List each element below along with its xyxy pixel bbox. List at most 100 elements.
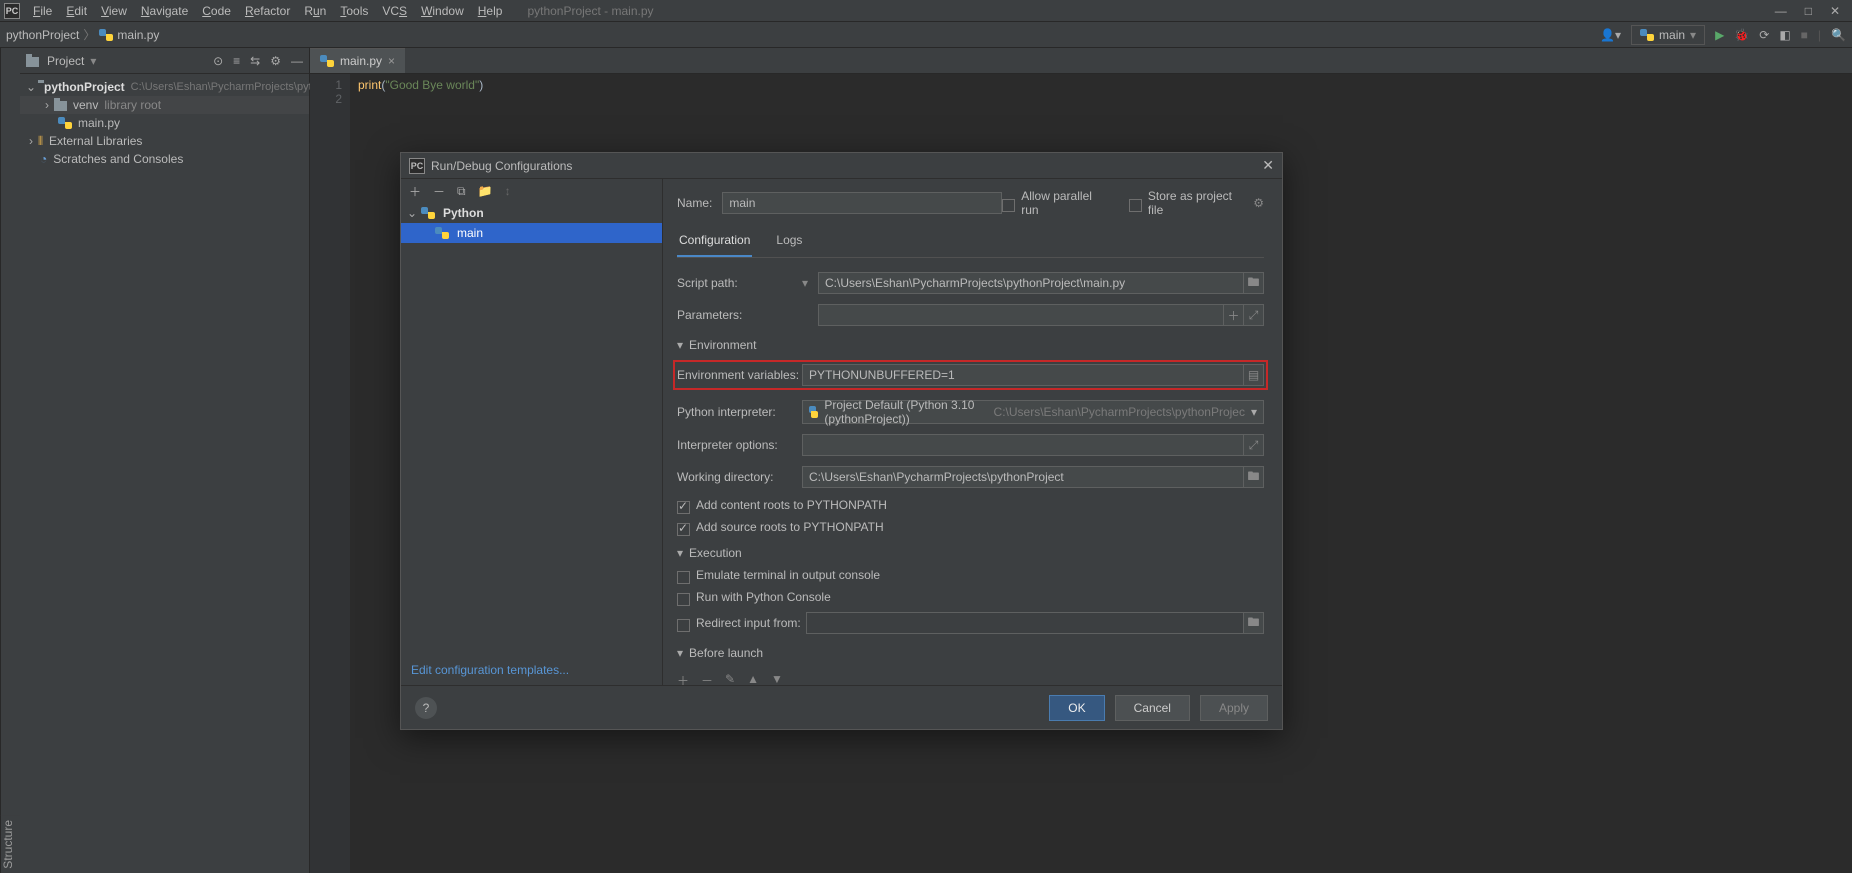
expand-all-icon[interactable]: ≡ — [233, 54, 240, 68]
section-before-launch: Before launch — [689, 646, 763, 660]
breadcrumb-project[interactable]: pythonProject — [6, 28, 79, 42]
help-icon[interactable]: ? — [415, 697, 437, 719]
add-task-icon[interactable]: ＋ — [677, 672, 689, 685]
gear-icon[interactable]: ⚙ — [1253, 196, 1264, 210]
chevron-down-icon: ⌄ — [26, 80, 36, 94]
browse-icon[interactable]: 🖿 — [1244, 466, 1264, 488]
name-label: Name: — [677, 196, 722, 210]
window-close-icon[interactable]: ✕ — [1830, 4, 1840, 18]
section-environment: Environment — [689, 338, 756, 352]
coverage-icon[interactable]: ⟳ — [1759, 28, 1769, 42]
structure-tool-tab[interactable]: Structure — [0, 816, 20, 873]
settings-icon[interactable]: ⚙ — [270, 54, 281, 68]
project-name: pythonProject — [44, 80, 125, 94]
dialog-close-icon[interactable]: ✕ — [1262, 157, 1274, 174]
source-roots-checkbox[interactable] — [677, 523, 690, 536]
move-config-icon[interactable]: ↕ — [505, 184, 511, 198]
run-console-checkbox[interactable] — [677, 593, 690, 606]
up-task-icon[interactable]: ▲ — [747, 672, 759, 685]
remove-task-icon[interactable]: － — [701, 672, 713, 685]
parameters-label: Parameters: — [677, 308, 802, 322]
debug-icon[interactable]: 🐞 — [1734, 28, 1749, 42]
config-tree: ⌄ Python main — [401, 203, 662, 655]
config-group-python[interactable]: ⌄ Python — [401, 203, 662, 223]
redirect-input-checkbox[interactable] — [677, 619, 690, 632]
select-opened-icon[interactable]: ⊙ — [213, 54, 223, 68]
run-icon[interactable]: ▶ — [1715, 28, 1724, 42]
stop-icon[interactable]: ■ — [1801, 28, 1808, 42]
menu-window[interactable]: Window — [414, 4, 471, 18]
apply-button[interactable]: Apply — [1200, 695, 1268, 721]
script-path-input[interactable] — [818, 272, 1244, 294]
enlarge-icon[interactable]: ⤢ — [1244, 304, 1264, 326]
enlarge-icon[interactable]: ⤢ — [1244, 434, 1264, 456]
tree-root[interactable]: ⌄ pythonProject C:\Users\Eshan\PycharmPr… — [20, 78, 309, 96]
name-input[interactable] — [722, 192, 1002, 214]
chevron-down-icon[interactable]: ▾ — [677, 646, 683, 660]
edit-templates-link[interactable]: Edit configuration templates... — [401, 655, 662, 685]
menu-code[interactable]: Code — [195, 4, 238, 18]
menu-navigate[interactable]: Navigate — [134, 4, 195, 18]
emulate-terminal-checkbox[interactable] — [677, 571, 690, 584]
save-config-icon[interactable]: 📁 — [478, 184, 493, 198]
menu-help[interactable]: Help — [471, 4, 510, 18]
folder-icon — [26, 57, 39, 67]
tree-external[interactable]: › ⫴ External Libraries — [20, 132, 309, 150]
menu-tools[interactable]: Tools — [333, 4, 375, 18]
env-vars-input[interactable] — [802, 364, 1244, 386]
close-tab-icon[interactable]: × — [388, 54, 395, 68]
menu-edit[interactable]: Edit — [59, 4, 94, 18]
tree-scratches[interactable]: ◔ Scratches and Consoles — [20, 150, 309, 168]
sidebar-title: Project — [47, 54, 84, 68]
config-item-main[interactable]: main — [401, 223, 662, 243]
chevron-down-icon[interactable]: ▾ — [677, 546, 683, 560]
profile-icon[interactable]: ◧ — [1779, 28, 1790, 42]
workdir-input[interactable] — [802, 466, 1244, 488]
remove-config-icon[interactable]: － — [433, 183, 445, 200]
config-item-label: main — [457, 226, 483, 240]
script-path-label: Script path: — [677, 276, 802, 290]
hide-icon[interactable]: — — [291, 54, 303, 68]
chevron-down-icon[interactable]: ▾ — [90, 54, 96, 68]
breadcrumb-file[interactable]: main.py — [117, 28, 159, 42]
browse-icon[interactable]: 🖿 — [1244, 612, 1264, 634]
parameters-input[interactable] — [818, 304, 1224, 326]
menu-file[interactable]: File — [26, 4, 59, 18]
search-icon[interactable]: 🔍 — [1831, 28, 1846, 42]
add-user-icon[interactable]: 👤▾ — [1600, 28, 1621, 42]
scratches-icon: ◔ — [40, 152, 47, 166]
allow-parallel-checkbox[interactable] — [1002, 199, 1015, 212]
tree-mainfile[interactable]: main.py — [20, 114, 309, 132]
cancel-button[interactable]: Cancel — [1115, 695, 1190, 721]
interpreter-dropdown[interactable]: Project Default (Python 3.10 (pythonProj… — [802, 400, 1264, 424]
window-maximize-icon[interactable]: □ — [1805, 4, 1812, 18]
run-config-selector[interactable]: main ▾ — [1631, 25, 1705, 45]
tab-configuration[interactable]: Configuration — [677, 229, 752, 257]
ok-button[interactable]: OK — [1049, 695, 1104, 721]
content-roots-checkbox[interactable] — [677, 501, 690, 514]
menu-view[interactable]: View — [94, 4, 134, 18]
editor-tab-main[interactable]: main.py × — [310, 48, 405, 73]
tab-logs[interactable]: Logs — [774, 229, 804, 257]
chevron-down-icon[interactable]: ▾ — [802, 276, 818, 290]
copy-config-icon[interactable]: ⧉ — [457, 184, 466, 199]
browse-icon[interactable]: 🖿 — [1244, 272, 1264, 294]
collapse-all-icon[interactable]: ⇆ — [250, 54, 260, 68]
edit-env-icon[interactable]: ▤ — [1244, 364, 1264, 386]
menu-vcs[interactable]: VCS — [375, 4, 414, 18]
interpreter-path: C:\Users\Eshan\PycharmProjects\pythonPro… — [994, 405, 1245, 419]
project-tool-tab[interactable]: Project — [0, 48, 20, 873]
expand-icon[interactable]: ＋ — [1224, 304, 1244, 326]
mainfile-label: main.py — [78, 116, 120, 130]
chevron-down-icon[interactable]: ▾ — [677, 338, 683, 352]
menu-run[interactable]: Run — [297, 4, 333, 18]
menu-refactor[interactable]: Refactor — [238, 4, 297, 18]
edit-task-icon[interactable]: ✎ — [725, 672, 735, 685]
down-task-icon[interactable]: ▼ — [771, 672, 783, 685]
add-config-icon[interactable]: ＋ — [409, 183, 421, 200]
store-project-checkbox[interactable] — [1129, 199, 1142, 212]
window-minimize-icon[interactable]: — — [1775, 4, 1787, 18]
tree-venv[interactable]: › venv library root — [20, 96, 309, 114]
interp-options-input[interactable] — [802, 434, 1244, 456]
editor-tabs: main.py × — [310, 48, 1852, 74]
